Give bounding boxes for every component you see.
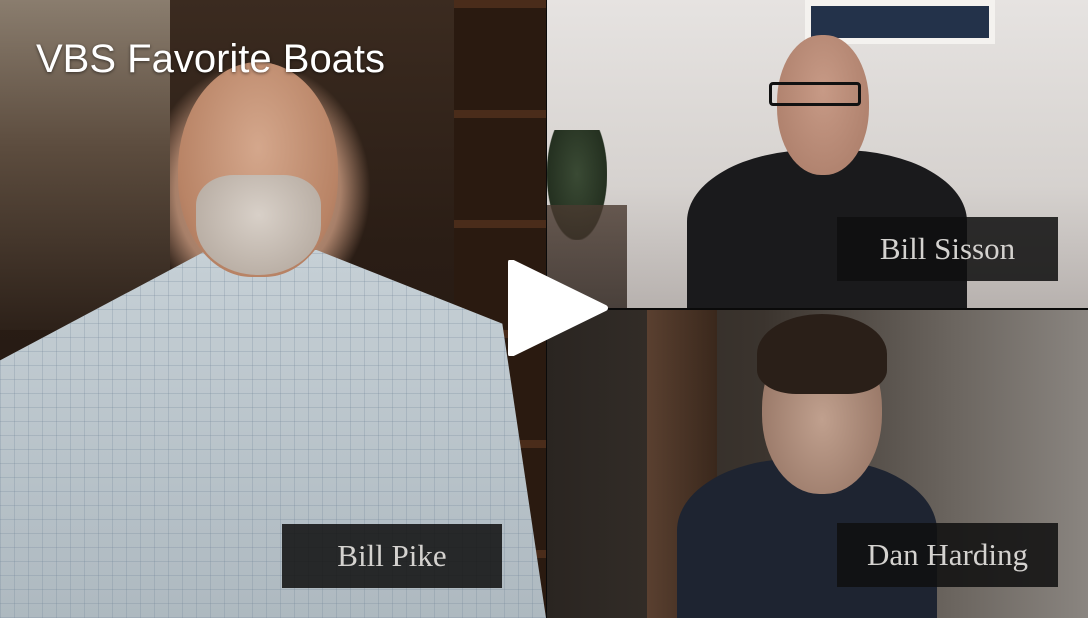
video-player[interactable]: Bill Pike Bill Sisson Dan Harding VBS Fa… (0, 0, 1088, 618)
video-title[interactable]: VBS Favorite Boats (36, 36, 385, 82)
nameplate-dan-harding: Dan Harding (837, 523, 1058, 587)
nameplate-bill-sisson: Bill Sisson (837, 217, 1058, 281)
play-icon (508, 260, 608, 356)
participant-glasses (769, 82, 861, 106)
nameplate-bill-pike: Bill Pike (282, 524, 502, 588)
tile-divider-horizontal (547, 308, 1088, 310)
participant-hair (757, 314, 887, 394)
participant-beard (196, 175, 321, 275)
play-button[interactable] (505, 260, 609, 356)
